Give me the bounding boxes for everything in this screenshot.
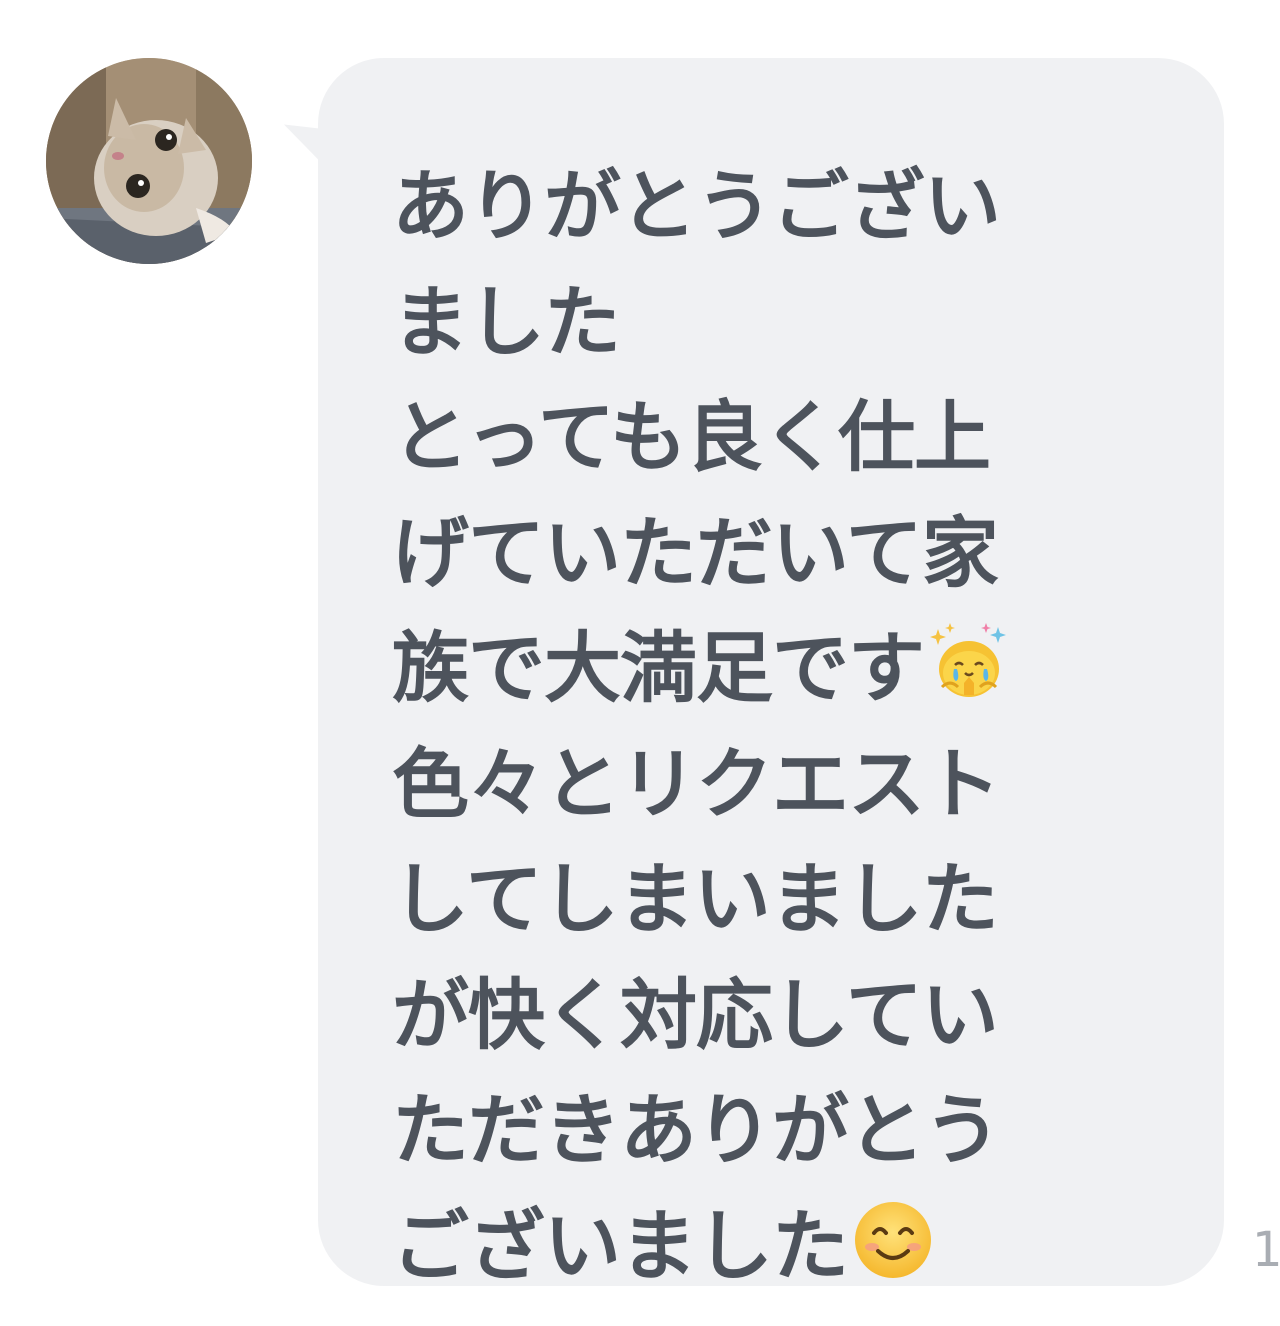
message-line: ただきありがとう: [392, 1087, 1001, 1176]
smiling-face-icon: [852, 1199, 934, 1281]
message-bubble[interactable]: ありがとうござい ました とっても良く仕上 げていただいて家 族で大満足です 色…: [318, 58, 1224, 1292]
message-line-with-emoji: 族で大満足です: [392, 612, 1164, 728]
message-line: とっても良く仕上: [392, 394, 991, 483]
message-line-with-emoji: ございました: [392, 1190, 1164, 1306]
cat-photo-icon: [46, 58, 252, 264]
message-line: ました: [392, 278, 621, 368]
message-line: げていただいて家: [392, 509, 999, 599]
read-count: 1: [1252, 1222, 1280, 1278]
message-line-text: 族で大満足です: [392, 625, 925, 714]
message-line: 色々とリクエスト: [392, 740, 1001, 830]
message-line: してしまいました: [392, 856, 999, 945]
sender-avatar[interactable]: [46, 58, 252, 264]
message-line: ありがとうござい: [392, 163, 1001, 252]
message-text: ありがとうござい ました とっても良く仕上 げていただいて家 族で大満足です 色…: [392, 150, 1164, 1305]
message-line: が快く対応してい: [392, 971, 999, 1061]
message-line-text: ございました: [392, 1202, 849, 1292]
crying-face-praying-sparkles-icon: [928, 621, 1010, 703]
